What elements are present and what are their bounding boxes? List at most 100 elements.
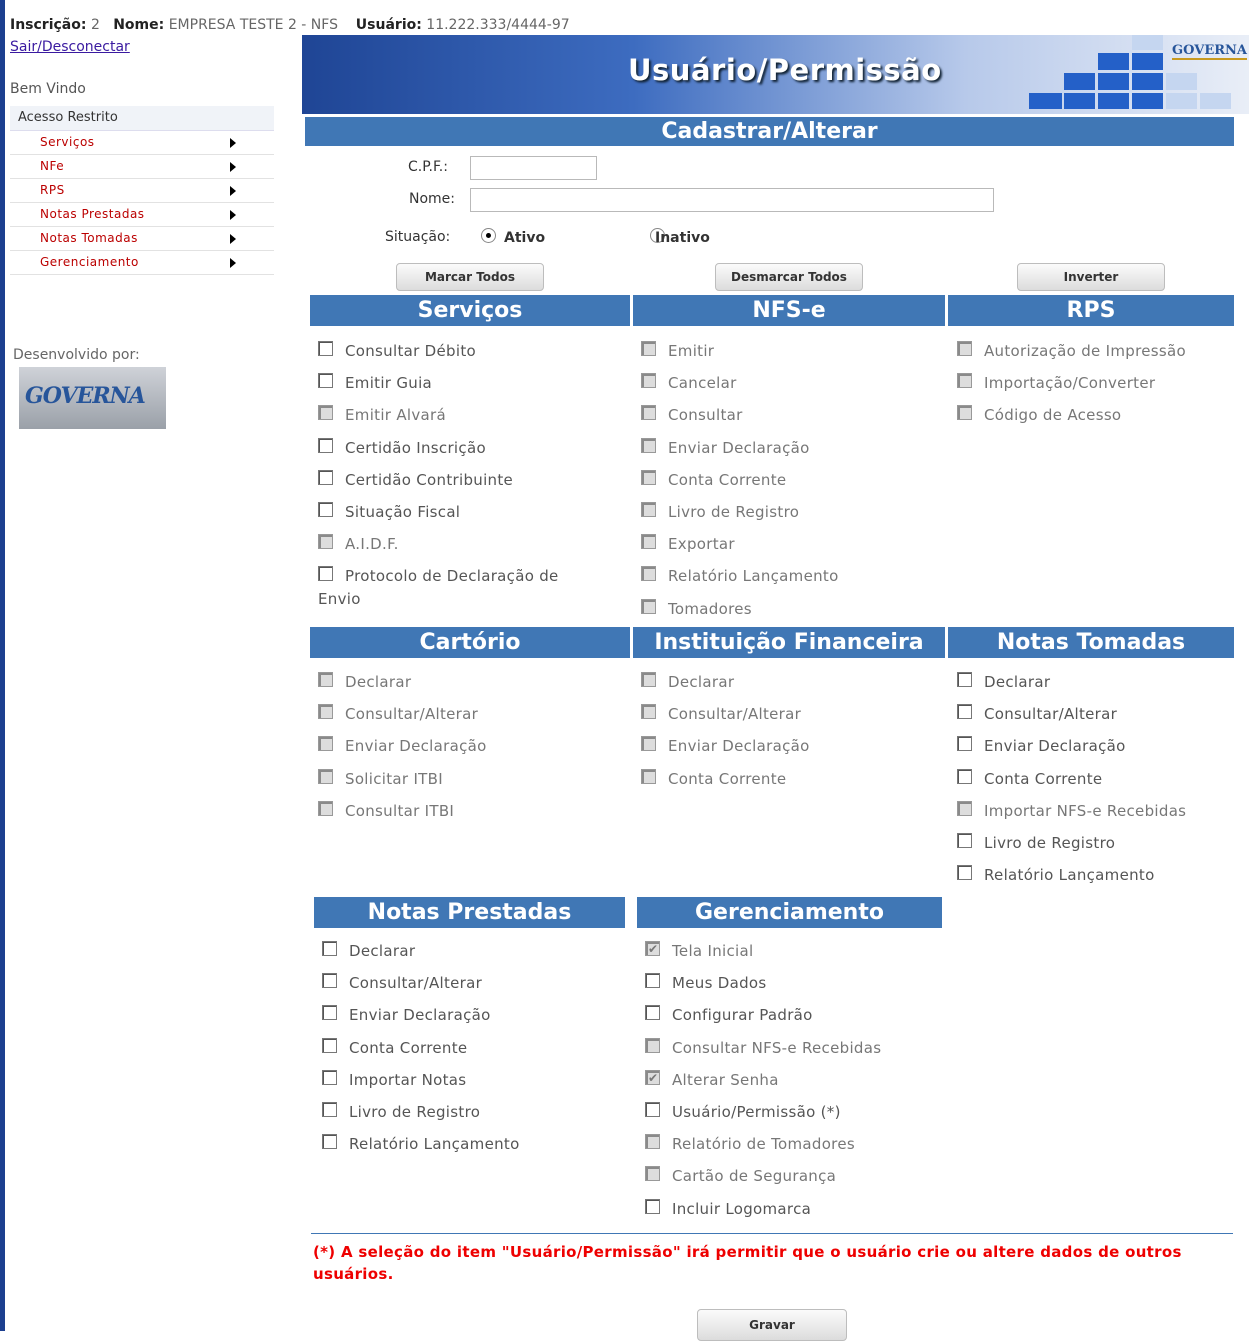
checkbox-label: Consultar Débito [345, 342, 476, 360]
checkbox[interactable] [322, 1134, 337, 1150]
cpf-field[interactable] [470, 156, 597, 180]
checkbox-label: Exportar [668, 535, 735, 554]
checkbox-label: Livro de Registro [984, 834, 1116, 852]
checkbox-label: Conta Corrente [668, 769, 787, 788]
checkbox [645, 1037, 660, 1053]
checkbox [957, 405, 972, 421]
checkbox-label: Consultar/Alterar [349, 974, 483, 993]
checkbox[interactable] [645, 973, 660, 989]
banner-block [1064, 93, 1095, 109]
checkbox[interactable] [957, 704, 972, 720]
left-border [0, 0, 5, 1331]
checkbox[interactable] [322, 1069, 337, 1085]
inscricao-value: 2 [90, 17, 100, 33]
checkbox-label: Relatório Lançamento [668, 567, 839, 586]
checkbox [318, 534, 333, 550]
checkbox[interactable] [318, 502, 333, 517]
checkbox-label: Emitir Alvará [345, 406, 446, 425]
checkbox[interactable] [957, 865, 972, 881]
banner-block [1098, 93, 1129, 109]
divider [311, 1233, 1233, 1234]
desmarcar-todos-button[interactable]: Desmarcar Todos [715, 263, 863, 291]
checkbox[interactable] [645, 1198, 660, 1214]
section-notas-tomadas: Notas Tomadas [948, 627, 1234, 658]
checkbox [645, 1166, 660, 1182]
checkbox[interactable] [957, 768, 972, 784]
checkbox[interactable] [318, 341, 333, 356]
checkbox[interactable] [318, 437, 333, 453]
checkbox [318, 405, 333, 421]
checkbox[interactable] [645, 1005, 660, 1021]
checkbox [318, 768, 333, 784]
checkbox-label: Enviar Declaração [345, 737, 487, 756]
checkbox-label: Livro de Registro [668, 503, 800, 521]
checkbox-label: Alterar Senha [672, 1070, 779, 1089]
nome-value: EMPRESA TESTE 2 - NFS [168, 17, 338, 33]
gravar-button[interactable]: Gravar [697, 1309, 847, 1341]
checkbox-label: Cartão de Segurança [672, 1167, 837, 1186]
checkbox[interactable] [957, 736, 972, 752]
banner-block [1098, 73, 1129, 90]
checkbox [318, 704, 333, 720]
banner-block [1166, 73, 1197, 90]
checkbox[interactable] [318, 566, 333, 582]
checkbox [641, 672, 656, 687]
inverter-button[interactable]: Inverter [1017, 263, 1165, 291]
menu-item-notas-tomadas[interactable]: Notas Tomadas [10, 227, 274, 251]
warning-text: (*) A seleção do item "Usuário/Permissão… [313, 1243, 1182, 1283]
menu-item-notas-prestadas[interactable]: Notas Prestadas [10, 203, 274, 227]
logout-link[interactable]: Sair/Desconectar [10, 39, 130, 55]
checkbox-label: Protocolo de Declaração de [345, 567, 559, 586]
checkbox [318, 800, 333, 816]
banner-block [1132, 53, 1163, 70]
arrow-right-icon [230, 186, 236, 196]
checkbox-label: Conta Corrente [349, 1038, 468, 1057]
menu-item-label: Gerenciamento [40, 255, 139, 269]
checkbox [641, 469, 656, 485]
ativo-radio[interactable] [481, 228, 496, 243]
checkbox [641, 534, 656, 550]
menu-item-gerenciamento[interactable]: Gerenciamento [10, 251, 274, 275]
menu-item-servicos[interactable]: Serviços [10, 131, 274, 155]
checkbox[interactable] [645, 1102, 660, 1117]
menu-item-label: RPS [40, 183, 65, 197]
welcome-text: Bem Vindo [10, 81, 86, 97]
checkbox-label: Livro de Registro [349, 1103, 481, 1121]
checkbox[interactable] [318, 469, 333, 485]
checkbox[interactable] [322, 1005, 337, 1021]
menu-item-label: Serviços [40, 135, 95, 149]
form-title: Cadastrar/Alterar [305, 117, 1234, 146]
check-icon: ✔ [648, 942, 659, 956]
checkbox-label: Configurar Padrão [672, 1006, 813, 1025]
checkbox[interactable] [322, 1102, 337, 1117]
checkbox-label: Declarar [345, 673, 412, 691]
side-menu: Acesso Restrito Serviços NFe RPS Notas P… [10, 106, 274, 275]
checkbox-label: Enviar Declaração [984, 737, 1126, 756]
menu-item-nfe[interactable]: NFe [10, 155, 274, 179]
checkbox[interactable] [957, 672, 972, 687]
nome-field[interactable] [470, 188, 994, 212]
section-gerenciamento: Gerenciamento [637, 897, 942, 928]
checkbox-label: Declarar [668, 673, 735, 691]
checkbox-label: Meus Dados [672, 974, 767, 993]
checkbox-label: Solicitar ITBI [345, 769, 443, 788]
checkbox-label: A.I.D.F. [345, 535, 399, 554]
checkbox[interactable] [322, 973, 337, 989]
checkbox [318, 672, 333, 687]
checkbox[interactable] [318, 373, 333, 389]
section-notas-prestadas: Notas Prestadas [314, 897, 625, 928]
checkbox [645, 1134, 660, 1150]
checkbox [641, 373, 656, 389]
checkbox: ✔ [645, 1069, 660, 1085]
checkbox[interactable] [322, 1037, 337, 1053]
arrow-right-icon [230, 258, 236, 268]
checkbox[interactable] [322, 941, 337, 956]
banner-logo: GOVERNA [1172, 43, 1247, 60]
marcar-todos-button[interactable]: Marcar Todos [396, 263, 544, 291]
checkbox-label: Tomadores [668, 599, 752, 618]
banner-block [1064, 73, 1095, 90]
checkbox[interactable] [957, 833, 972, 848]
checkbox [641, 502, 656, 517]
menu-item-rps[interactable]: RPS [10, 179, 274, 203]
checkbox-label-continuation: Envio [318, 590, 361, 609]
